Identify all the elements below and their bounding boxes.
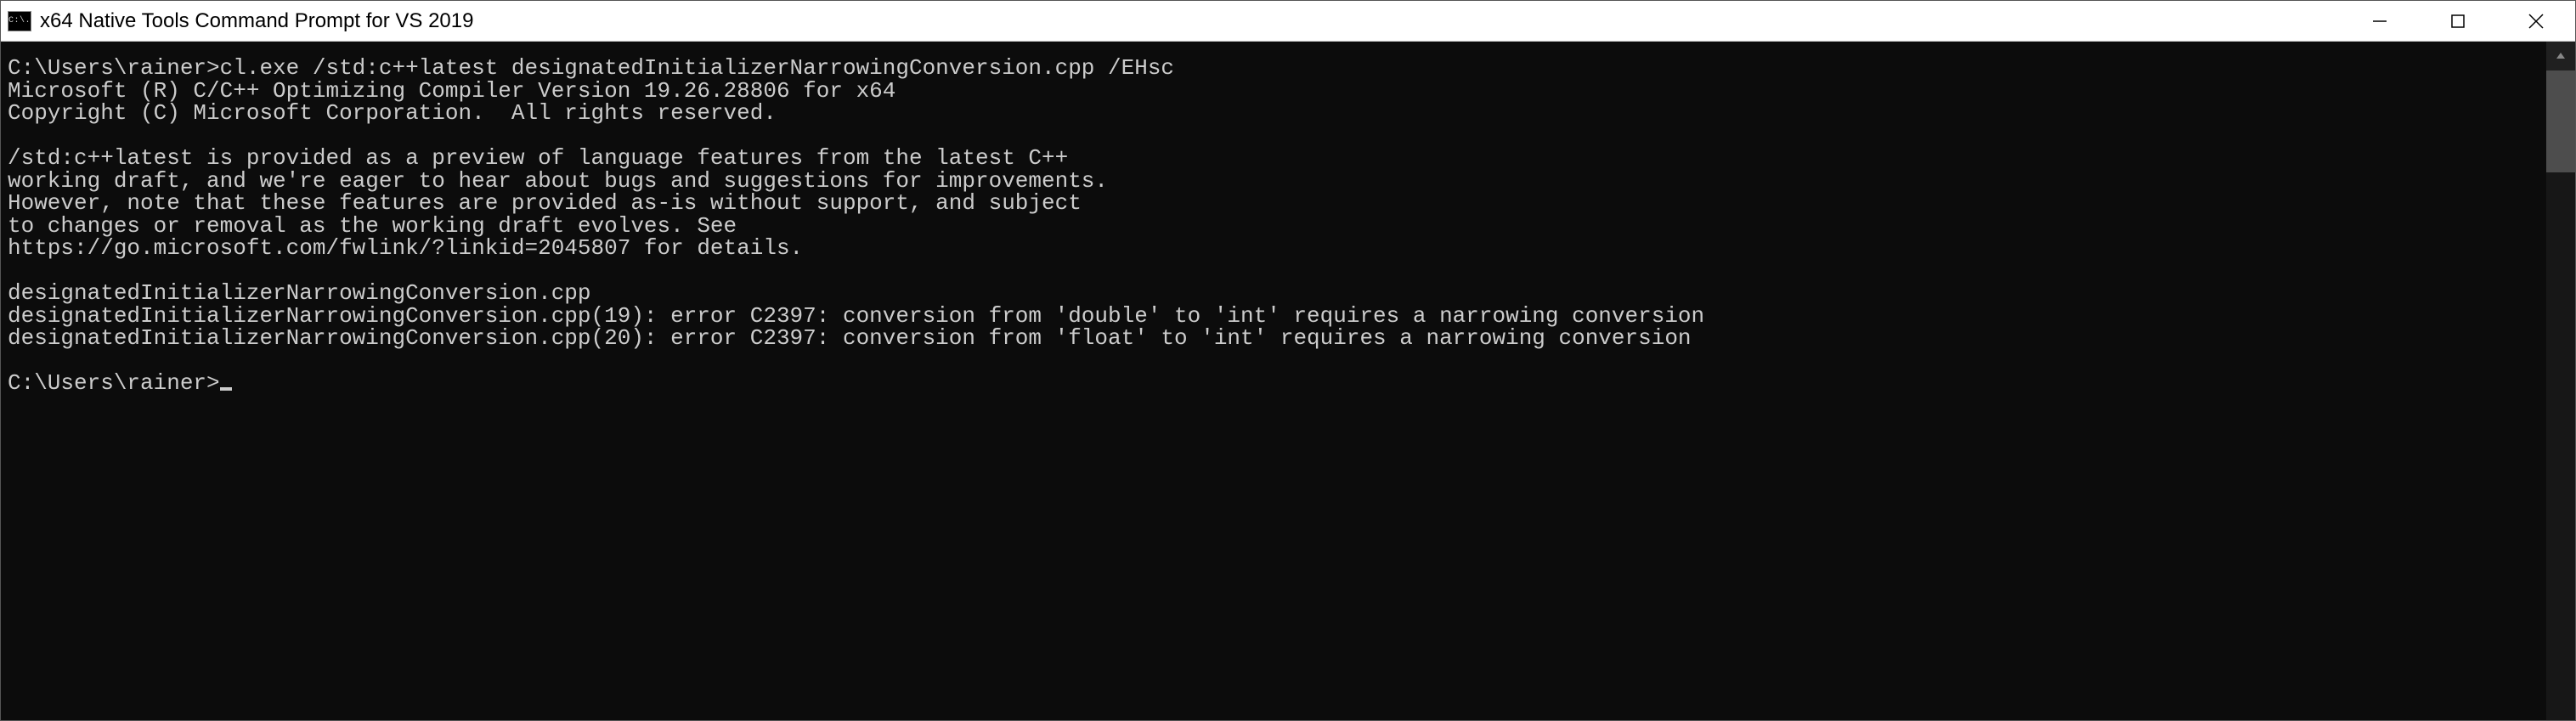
preview-notice-line: However, note that these features are pr… (8, 192, 2539, 215)
entered-command: cl.exe /std:c++latest designatedInitiali… (220, 55, 1174, 81)
prompt-path: C:\Users\rainer> (8, 370, 220, 396)
blank-line (8, 260, 2539, 283)
blank-line (8, 350, 2539, 373)
compiler-banner: Microsoft (R) C/C++ Optimizing Compiler … (8, 80, 2539, 103)
window-title: x64 Native Tools Command Prompt for VS 2… (40, 9, 2341, 33)
window-controls (2341, 1, 2575, 41)
minimize-button[interactable] (2341, 1, 2419, 41)
titlebar[interactable]: C:\. x64 Native Tools Command Prompt for… (1, 1, 2575, 42)
terminal-output[interactable]: C:\Users\rainer>cl.exe /std:c++latest de… (1, 42, 2546, 720)
preview-notice-line: /std:c++latest is provided as a preview … (8, 147, 2539, 170)
preview-notice-line: https://go.microsoft.com/fwlink/?linkid=… (8, 237, 2539, 260)
scroll-thumb[interactable] (2546, 70, 2575, 172)
app-icon: C:\. (8, 11, 31, 31)
copyright-line: Copyright (C) Microsoft Corporation. All… (8, 102, 2539, 125)
prompt-line: C:\Users\rainer>cl.exe /std:c++latest de… (8, 57, 2539, 80)
preview-notice-line: to changes or removal as the working dra… (8, 215, 2539, 238)
maximize-button[interactable] (2419, 1, 2497, 41)
error-line: designatedInitializerNarrowingConversion… (8, 305, 2539, 328)
text-cursor (220, 387, 232, 391)
close-button[interactable] (2497, 1, 2575, 41)
command-prompt-window: C:\. x64 Native Tools Command Prompt for… (0, 0, 2576, 721)
compiling-file-line: designatedInitializerNarrowingConversion… (8, 282, 2539, 305)
blank-line (8, 125, 2539, 148)
preview-notice-line: working draft, and we're eager to hear a… (8, 170, 2539, 193)
scroll-up-arrow-icon[interactable] (2546, 42, 2575, 70)
error-line: designatedInitializerNarrowingConversion… (8, 327, 2539, 350)
terminal-area: C:\Users\rainer>cl.exe /std:c++latest de… (1, 42, 2575, 720)
vertical-scrollbar[interactable] (2546, 42, 2575, 720)
prompt-path: C:\Users\rainer> (8, 55, 220, 81)
prompt-line: C:\Users\rainer> (8, 372, 2539, 395)
